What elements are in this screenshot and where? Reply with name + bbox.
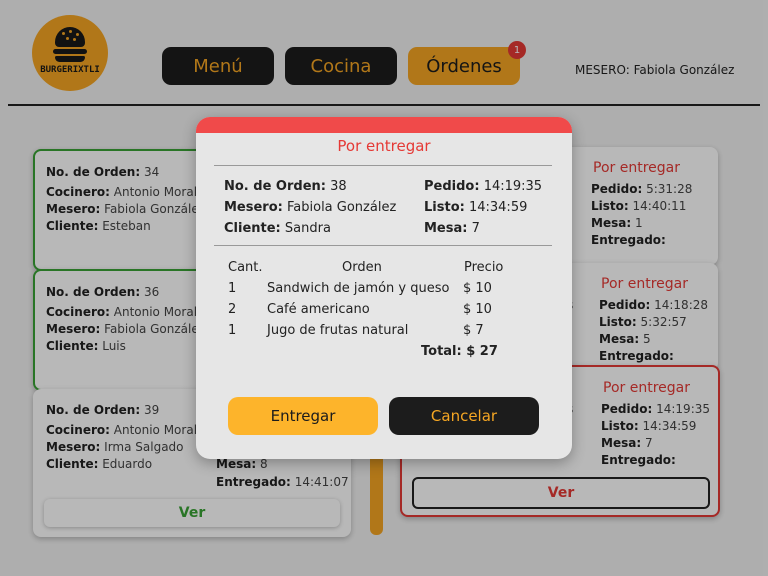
modal-divider-middle — [214, 245, 552, 246]
modal-pedido-value: 14:19:35 — [483, 179, 543, 194]
entregar-label: Entregar — [270, 407, 336, 425]
item-name: Café americano — [267, 302, 370, 317]
modal-pedido-label: Pedido: — [424, 179, 480, 194]
item-price: $ 10 — [463, 281, 492, 296]
cancelar-button[interactable]: Cancelar — [389, 397, 539, 435]
modal-orden-value: 38 — [330, 179, 347, 194]
item-price: $ 10 — [463, 302, 492, 317]
item-cant: 1 — [228, 323, 237, 338]
entregar-button[interactable]: Entregar — [228, 397, 378, 435]
modal-mesero-value: Fabiola González — [287, 200, 397, 215]
modal-top-bar — [196, 117, 572, 133]
modal-title: Por entregar — [337, 137, 431, 155]
col-header-cant: Cant. — [228, 260, 263, 275]
item-cant: 1 — [228, 281, 237, 296]
col-header-orden: Orden — [342, 260, 382, 275]
modal-listo-label: Listo: — [424, 200, 465, 215]
col-header-precio: Precio — [464, 260, 504, 275]
modal-cliente-value: Sandra — [284, 221, 331, 236]
modal-mesa-label: Mesa: — [424, 221, 468, 236]
item-cant: 2 — [228, 302, 237, 317]
cancelar-label: Cancelar — [430, 407, 498, 425]
item-name: Sandwich de jamón y queso — [267, 281, 450, 296]
item-price: $ 7 — [463, 323, 484, 338]
modal-mesero-label: Mesero: — [224, 200, 283, 215]
item-name: Jugo de frutas natural — [267, 323, 409, 338]
order-total: Total: $ 27 — [421, 344, 498, 359]
modal-divider-top — [214, 165, 552, 166]
modal-cliente-label: Cliente: — [224, 221, 281, 236]
modal-listo-value: 14:34:59 — [468, 200, 528, 215]
modal-orden-label: No. de Orden: — [224, 179, 326, 194]
modal-mesa-value: 7 — [471, 221, 480, 236]
order-detail-modal: Por entregar No. de Orden: 38 Mesero: Fa… — [196, 117, 572, 459]
